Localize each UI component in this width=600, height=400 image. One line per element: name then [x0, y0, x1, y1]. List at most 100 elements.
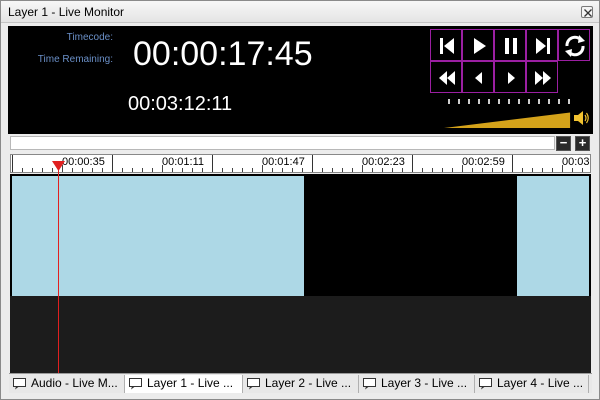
tab-layer-3[interactable]: Layer 3 - Live ... — [359, 375, 475, 393]
close-icon — [584, 9, 592, 17]
ruler-tick — [502, 168, 503, 172]
ruler-major-tick — [112, 155, 113, 172]
tab-label: Layer 2 - Live ... — [265, 376, 352, 390]
playhead-line[interactable] — [58, 163, 59, 373]
step-forward-icon — [508, 72, 515, 84]
ruler-tick — [392, 168, 393, 172]
play-icon — [474, 38, 486, 54]
volume-tick — [568, 99, 570, 104]
ruler-tick — [292, 168, 293, 172]
ruler-tick — [272, 168, 273, 172]
live-monitor-window: Layer 1 - Live Monitor Timecode: 00:00:1… — [0, 0, 600, 400]
volume-tick — [478, 99, 480, 104]
tab-label: Audio - Live M... — [31, 376, 118, 390]
rewind-button[interactable] — [430, 61, 462, 93]
ruler-tick — [442, 168, 443, 172]
zoom-in-button[interactable]: + — [575, 136, 590, 151]
speaker-icon[interactable] — [573, 110, 589, 126]
ruler-tick — [522, 168, 523, 172]
loop-icon — [565, 35, 585, 57]
ruler-tick — [202, 168, 203, 172]
tab-label: Layer 4 - Live ... — [497, 376, 584, 390]
ruler-tick — [492, 168, 493, 172]
ruler-major-tick — [312, 155, 313, 172]
ruler-tick — [532, 168, 533, 172]
skip-to-end-button[interactable] — [526, 29, 558, 61]
ruler-label: 00:02:59 — [462, 156, 505, 168]
ruler-tick — [342, 168, 343, 172]
ruler-tick — [402, 168, 403, 172]
ruler-tick — [552, 168, 553, 172]
close-button[interactable] — [581, 6, 593, 18]
volume-tick — [538, 99, 540, 104]
time-remaining-label: Time Remaining: — [37, 54, 113, 65]
volume-tick — [458, 99, 460, 104]
tab-layer-4[interactable]: Layer 4 - Live ... — [475, 375, 589, 393]
fast-forward-button[interactable] — [526, 61, 558, 93]
monitor-tab-icon — [363, 378, 376, 390]
zoom-out-button[interactable]: − — [556, 136, 571, 151]
ruler-tick — [372, 168, 373, 172]
volume-tick — [528, 99, 530, 104]
ruler-major-tick — [12, 155, 13, 172]
ruler-tick — [302, 168, 303, 172]
ruler-tick — [232, 168, 233, 172]
media-clip[interactable] — [12, 176, 304, 296]
timeline-scrollbar[interactable] — [10, 136, 555, 150]
volume-slider[interactable] — [444, 112, 574, 128]
monitor-tab-icon — [13, 378, 26, 390]
volume-scale — [444, 99, 579, 107]
ruler-tick — [132, 168, 133, 172]
ruler-major-tick — [512, 155, 513, 172]
play-button[interactable] — [462, 29, 494, 61]
window-title: Layer 1 - Live Monitor — [8, 5, 125, 19]
timecode-value: 00:00:17:45 — [133, 35, 313, 73]
ruler-tick — [72, 168, 73, 172]
volume-tick — [488, 99, 490, 104]
skip-to-start-button[interactable] — [430, 29, 462, 61]
title-bar: Layer 1 - Live Monitor — [1, 1, 599, 23]
rewind-icon — [439, 71, 455, 85]
ruler-tick — [452, 168, 453, 172]
volume-tick — [468, 99, 470, 104]
ruler-label: 00:03: — [562, 156, 591, 168]
ruler-tick — [422, 168, 423, 172]
media-clip[interactable] — [517, 176, 589, 296]
ruler-tick — [82, 168, 83, 172]
ruler-tick — [472, 168, 473, 172]
playhead-marker-icon[interactable] — [52, 161, 65, 171]
skip-start-icon — [440, 38, 454, 54]
pause-button[interactable] — [494, 29, 526, 61]
ruler-tick — [32, 168, 33, 172]
pause-icon — [505, 38, 517, 54]
ruler-tick — [122, 168, 123, 172]
time-remaining-value: 00:03:12:11 — [128, 93, 233, 115]
ruler-tick — [242, 168, 243, 172]
ruler-tick — [192, 168, 193, 172]
tab-layer-2[interactable]: Layer 2 - Live ... — [243, 375, 359, 393]
step-back-button[interactable] — [462, 61, 494, 93]
volume-tick — [498, 99, 500, 104]
monitor-tab-icon — [479, 378, 492, 390]
timeline-ruler[interactable]: 00:00:35 00:01:11 00:01:47 00:02:23 00:02:59… — [10, 154, 591, 173]
ruler-tick — [152, 168, 153, 172]
ruler-tick — [352, 168, 353, 172]
ruler-tick — [222, 168, 223, 172]
tab-layer-1[interactable]: Layer 1 - Live ... — [125, 375, 243, 393]
video-track[interactable] — [10, 174, 591, 296]
fast-forward-icon — [535, 71, 551, 85]
step-forward-button[interactable] — [494, 61, 526, 93]
tab-audio[interactable]: Audio - Live M... — [9, 375, 125, 393]
volume-tick — [558, 99, 560, 104]
ruler-tick — [432, 168, 433, 172]
loop-button[interactable] — [558, 29, 590, 61]
volume-tick — [448, 99, 450, 104]
timeline-area[interactable] — [10, 174, 591, 373]
ruler-tick — [582, 168, 583, 172]
volume-tick — [518, 99, 520, 104]
ruler-tick — [142, 168, 143, 172]
ruler-label: 00:02:23 — [362, 156, 405, 168]
ruler-tick — [182, 168, 183, 172]
volume-tick — [508, 99, 510, 104]
ruler-label: 00:01:47 — [262, 156, 305, 168]
